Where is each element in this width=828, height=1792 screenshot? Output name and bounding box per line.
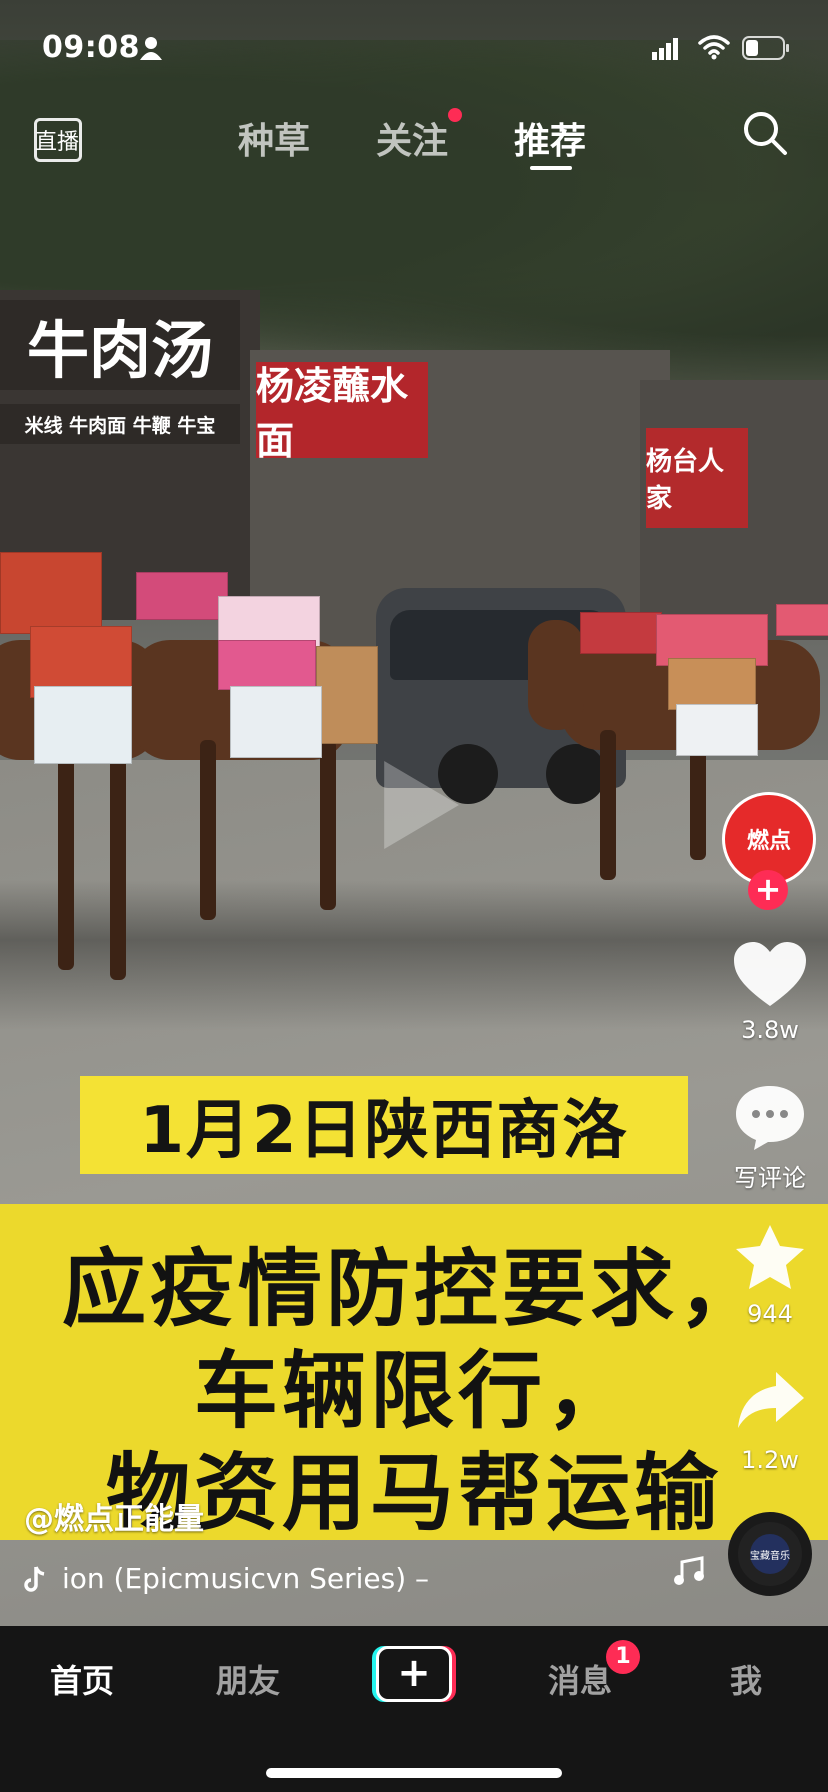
cargo-box xyxy=(230,686,322,758)
cargo-box xyxy=(676,704,758,756)
comment-label: 写评论 xyxy=(734,1164,806,1192)
favorite-count: 944 xyxy=(747,1300,793,1328)
cargo-box xyxy=(668,658,756,710)
music-title: ion (Epicmusicvn Series) – xyxy=(62,1562,430,1595)
author-handle[interactable]: @燃点正能量 xyxy=(24,1494,204,1538)
caption-title: 1月2日陕西商洛 xyxy=(80,1076,688,1174)
tab-following[interactable]: 关注 xyxy=(376,112,448,164)
music-note-icon xyxy=(674,1556,704,1585)
play-icon[interactable] xyxy=(360,750,470,860)
battery-icon xyxy=(742,36,789,60)
tab-me[interactable]: 我 xyxy=(730,1656,762,1702)
search-icon[interactable] xyxy=(742,110,788,156)
notification-dot xyxy=(448,108,462,122)
cargo-box xyxy=(580,612,662,654)
bottom-tab-bar: 首页 朋友 + 消息 1 我 xyxy=(0,1626,828,1792)
home-indicator xyxy=(266,1768,562,1778)
live-label: 直播 xyxy=(34,130,79,155)
cargo-box xyxy=(776,604,828,636)
horse-leg xyxy=(320,740,336,910)
wifi-icon xyxy=(698,35,730,60)
status-time: 09:08 xyxy=(42,30,140,65)
disc-label: 宝藏音乐 xyxy=(750,1534,790,1574)
shop-sign-beef-soup: 牛肉汤 xyxy=(0,300,240,390)
cargo-box xyxy=(316,646,378,744)
shop-sign-noodle: 杨凌蘸水面 xyxy=(256,362,428,463)
horse-leg xyxy=(200,740,216,920)
live-icon[interactable]: 直播 xyxy=(30,110,82,162)
comment-icon[interactable] xyxy=(732,1082,808,1152)
create-post-button[interactable]: + xyxy=(372,1646,456,1702)
tab-messages[interactable]: 消息 xyxy=(548,1656,612,1702)
top-nav: 直播 种草 关注 推荐 xyxy=(0,100,828,180)
shop-sign-restaurant: 杨台人家 xyxy=(646,428,748,528)
cargo-box xyxy=(0,552,102,634)
horse-head xyxy=(528,620,584,730)
cellular-signal-icon xyxy=(652,38,678,60)
message-badge: 1 xyxy=(606,1640,640,1674)
music-title-row[interactable]: ion (Epicmusicvn Series) – xyxy=(24,1562,429,1595)
person-icon xyxy=(140,37,162,60)
follow-button[interactable]: + xyxy=(748,870,788,910)
cargo-box xyxy=(136,572,228,620)
like-count: 3.8w xyxy=(741,1016,799,1044)
caption-block: 应疫情防控要求， 车辆限行， 物资用马帮运输 xyxy=(0,1204,828,1542)
music-disc[interactable]: 宝藏音乐 xyxy=(728,1512,812,1596)
tab-friends[interactable]: 朋友 xyxy=(216,1656,280,1702)
status-bar: 09:08 xyxy=(0,0,828,100)
star-icon[interactable] xyxy=(732,1222,808,1292)
horse-leg xyxy=(600,730,616,880)
tab-recommended[interactable]: 推荐 xyxy=(514,112,586,164)
cargo-box xyxy=(34,686,132,764)
shop-subsign: 米线 牛肉面 牛鞭 牛宝 xyxy=(0,404,240,444)
heart-icon[interactable] xyxy=(732,940,808,1010)
plus-icon: + xyxy=(376,1646,452,1702)
tab-grass[interactable]: 种草 xyxy=(238,112,310,164)
horse-leg xyxy=(110,740,126,980)
video-player[interactable]: 牛肉汤 米线 牛肉面 牛鞭 牛宝 杨凌蘸水面 杨台人家 1月2日陕西商洛 应疫情… xyxy=(0,0,828,1626)
tiktok-note-icon xyxy=(24,1565,45,1592)
share-icon[interactable] xyxy=(732,1366,808,1436)
active-tab-underline xyxy=(530,166,572,170)
share-count: 1.2w xyxy=(741,1446,799,1474)
tab-home[interactable]: 首页 xyxy=(50,1656,114,1702)
cargo-box xyxy=(218,640,316,690)
horse-leg xyxy=(58,740,74,970)
